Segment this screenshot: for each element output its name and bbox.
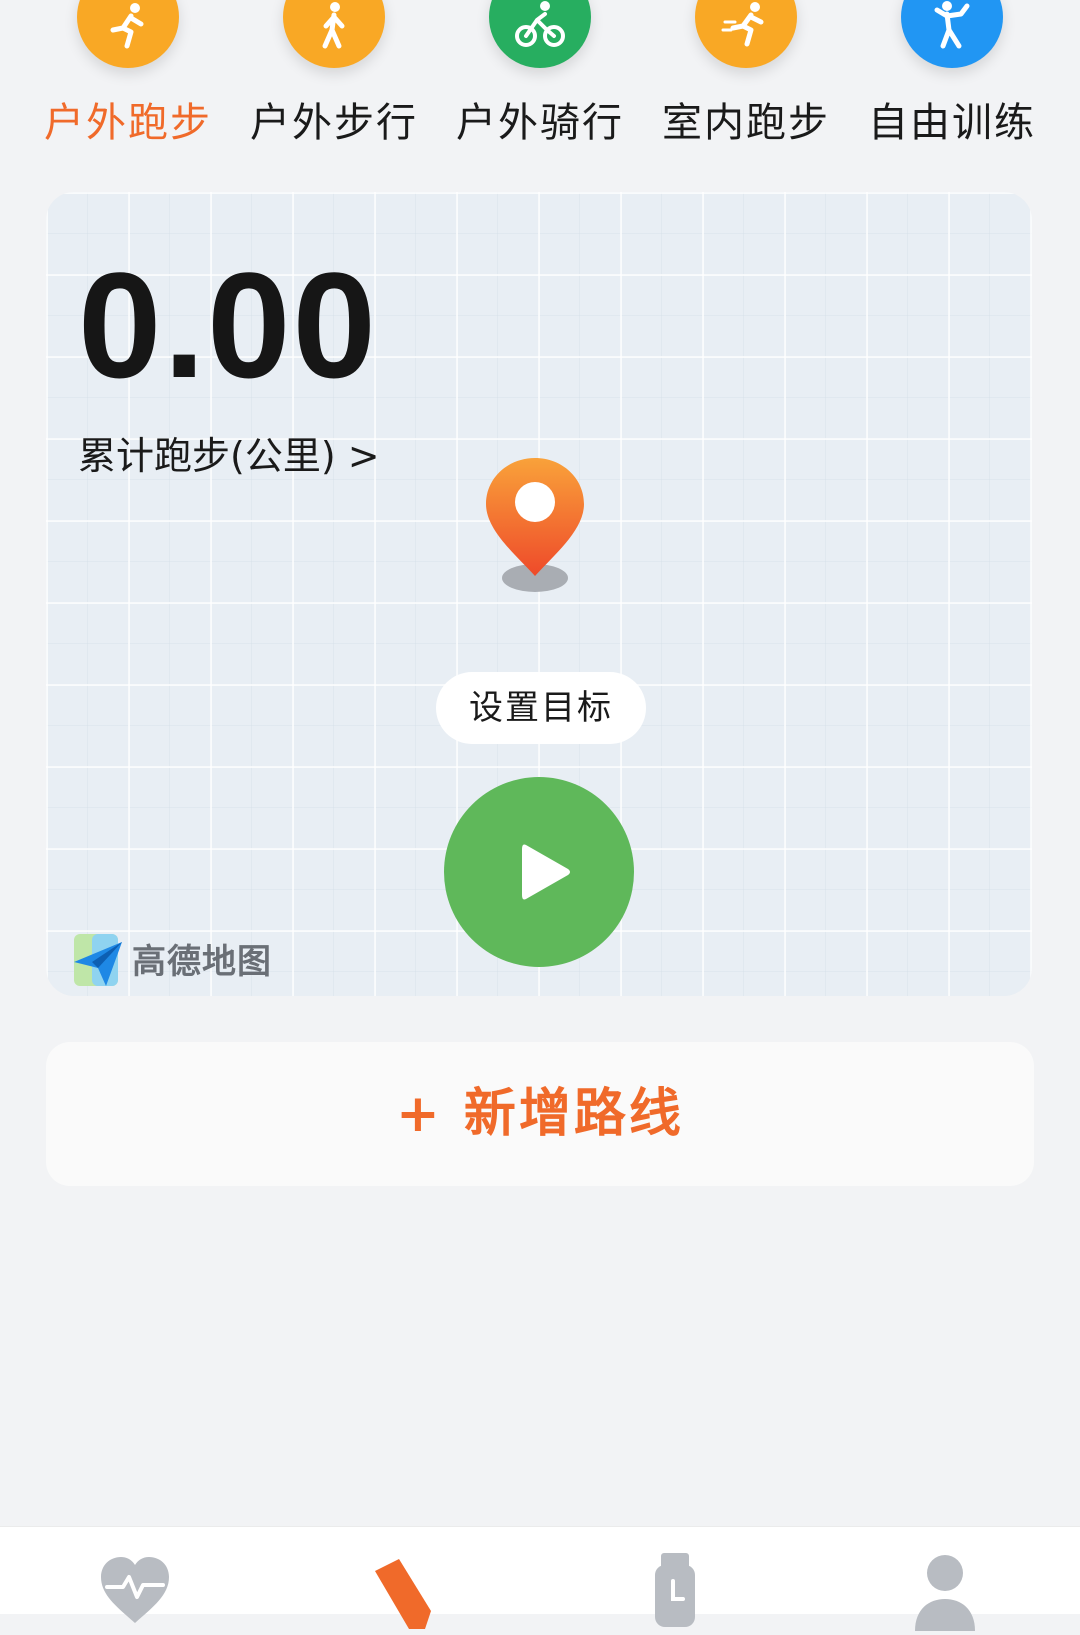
- tab-outdoor-running[interactable]: 户外跑步: [25, 0, 231, 160]
- sport-shoe-icon: [375, 1559, 431, 1629]
- tab-outdoor-walking[interactable]: 户外步行: [231, 0, 437, 160]
- profile-icon: [915, 1555, 975, 1631]
- total-distance-link[interactable]: 累计跑步(公里) >: [78, 432, 380, 480]
- heart-rate-icon: [101, 1557, 169, 1623]
- add-route-button[interactable]: + 新增路线: [46, 1042, 1034, 1186]
- set-goal-button[interactable]: 设置目标: [436, 672, 646, 744]
- bottom-navigation: [0, 1526, 1080, 1631]
- tab-outdoor-cycling[interactable]: 户外骑行: [437, 0, 643, 160]
- watch-icon: [655, 1553, 695, 1627]
- walking-icon: [283, 0, 385, 68]
- tab-label: 户外骑行: [456, 100, 624, 146]
- nav-health[interactable]: [95, 1551, 175, 1623]
- sport-type-tabs: 户外跑步 户外步行 户外骑行 室内跑步 自由训练: [0, 0, 1080, 160]
- start-workout-button[interactable]: [444, 777, 634, 967]
- map-provider-logo: 高德地图: [70, 932, 290, 992]
- tab-free-training[interactable]: 自由训练: [849, 0, 1055, 160]
- location-pin-icon: [486, 458, 584, 592]
- cycling-icon: [489, 0, 591, 68]
- tab-label: 户外步行: [250, 100, 418, 146]
- tab-label: 室内跑步: [662, 100, 830, 146]
- amap-logo-icon: [74, 934, 122, 986]
- map-card: 0.00 累计跑步(公里) > 设置目标 高德地图: [46, 192, 1032, 996]
- nav-sport[interactable]: [365, 1551, 445, 1629]
- play-icon: [522, 844, 570, 900]
- tab-label: 户外跑步: [44, 100, 212, 146]
- tab-label: 自由训练: [868, 100, 1036, 146]
- tab-indoor-running[interactable]: 室内跑步: [643, 0, 849, 160]
- running-icon: [77, 0, 179, 68]
- total-distance-value: 0.00: [78, 241, 378, 409]
- map-logo-text: 高德地图: [132, 942, 272, 982]
- nav-profile[interactable]: [905, 1551, 985, 1631]
- treadmill-icon: [695, 0, 797, 68]
- add-route-label: + 新增路线: [396, 1084, 684, 1144]
- nav-device[interactable]: [635, 1551, 715, 1627]
- free-training-icon: [901, 0, 1003, 68]
